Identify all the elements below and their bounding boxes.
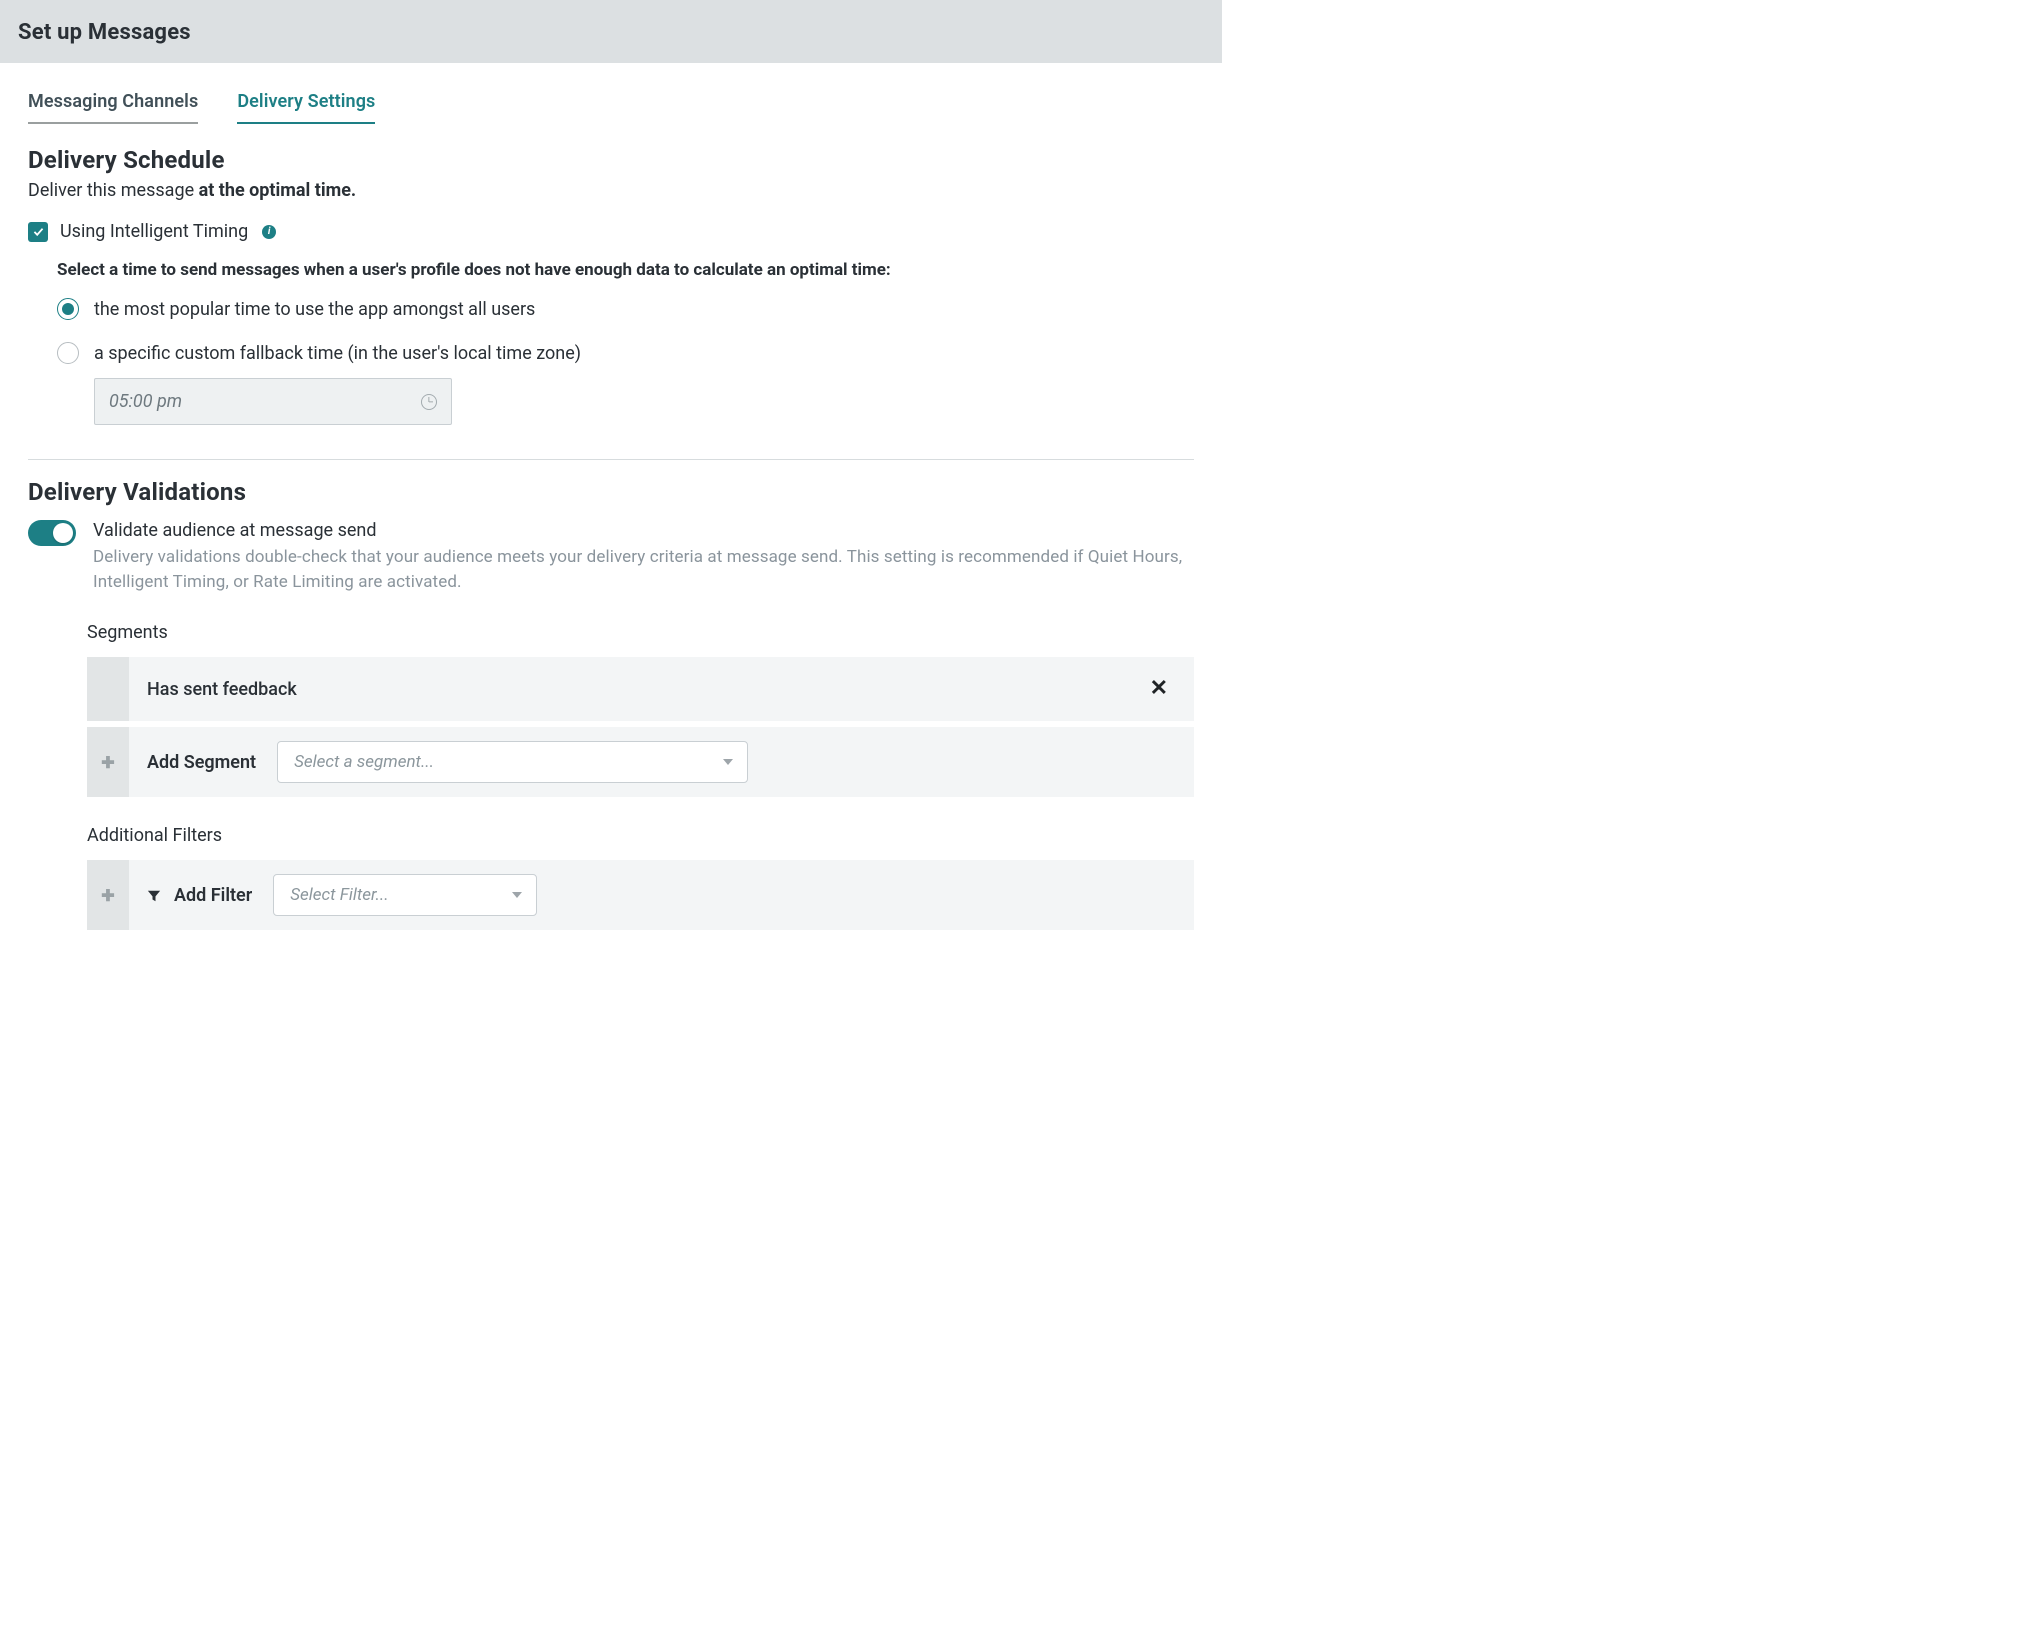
- radio-custom-fallback-label: a specific custom fallback time (in the …: [94, 343, 581, 364]
- filters-title: Additional Filters: [87, 825, 1194, 846]
- chevron-down-icon: [723, 759, 733, 765]
- page-header: Set up Messages: [0, 0, 1222, 63]
- intelligent-timing-checkbox[interactable]: [28, 222, 48, 242]
- radio-custom-fallback[interactable]: [57, 342, 79, 364]
- fallback-heading: Select a time to send messages when a us…: [57, 260, 1194, 280]
- subtitle-prefix: Deliver this message: [28, 180, 199, 201]
- delivery-schedule-title: Delivery Schedule: [28, 146, 1194, 174]
- radio-popular-time[interactable]: [57, 298, 79, 320]
- segments-title: Segments: [87, 622, 1194, 643]
- segment-select[interactable]: Select a segment...: [277, 741, 748, 783]
- filter-select-placeholder: Select Filter...: [290, 885, 388, 905]
- chevron-down-icon: [512, 892, 522, 898]
- tab-delivery-settings[interactable]: Delivery Settings: [237, 91, 375, 124]
- clock-icon: [421, 394, 437, 410]
- segment-select-placeholder: Select a segment...: [294, 752, 434, 772]
- validate-audience-description: Delivery validations double-check that y…: [93, 545, 1193, 594]
- add-filter-handle[interactable]: ✚: [87, 860, 129, 930]
- segment-handle: [87, 657, 129, 721]
- plus-icon: ✚: [101, 753, 114, 772]
- delivery-validations-section: Delivery Validations Validate audience a…: [0, 460, 1222, 930]
- add-segment-handle[interactable]: ✚: [87, 727, 129, 797]
- validate-audience-toggle[interactable]: [28, 520, 76, 546]
- check-icon: [32, 225, 45, 238]
- segment-row: Has sent feedback ✕: [87, 657, 1194, 721]
- funnel-icon: [147, 888, 161, 902]
- subtitle-bold: at the optimal time.: [199, 180, 357, 201]
- delivery-schedule-section: Delivery Schedule Deliver this message a…: [0, 124, 1222, 425]
- filter-select[interactable]: Select Filter...: [273, 874, 537, 916]
- delivery-schedule-subtitle: Deliver this message at the optimal time…: [28, 180, 1194, 201]
- plus-icon: ✚: [101, 886, 114, 905]
- add-segment-label: Add Segment: [147, 752, 256, 773]
- validate-audience-label: Validate audience at message send: [93, 520, 1194, 541]
- remove-segment-button[interactable]: ✕: [1142, 672, 1176, 706]
- delivery-validations-title: Delivery Validations: [28, 478, 1194, 506]
- info-icon[interactable]: i: [262, 225, 276, 239]
- add-segment-row: ✚ Add Segment Select a segment...: [87, 727, 1194, 797]
- fallback-time-input[interactable]: 05:00 pm: [94, 378, 452, 425]
- page-title: Set up Messages: [18, 20, 1204, 45]
- fallback-time-value: 05:00 pm: [109, 391, 182, 412]
- segment-name: Has sent feedback: [147, 679, 297, 700]
- radio-popular-time-label: the most popular time to use the app amo…: [94, 299, 535, 320]
- add-filter-row: ✚ Add Filter Select Filter...: [87, 860, 1194, 930]
- intelligent-timing-label: Using Intelligent Timing: [60, 221, 248, 242]
- add-filter-label: Add Filter: [174, 885, 252, 906]
- tabs: Messaging Channels Delivery Settings: [0, 63, 1222, 124]
- tab-messaging-channels[interactable]: Messaging Channels: [28, 91, 198, 124]
